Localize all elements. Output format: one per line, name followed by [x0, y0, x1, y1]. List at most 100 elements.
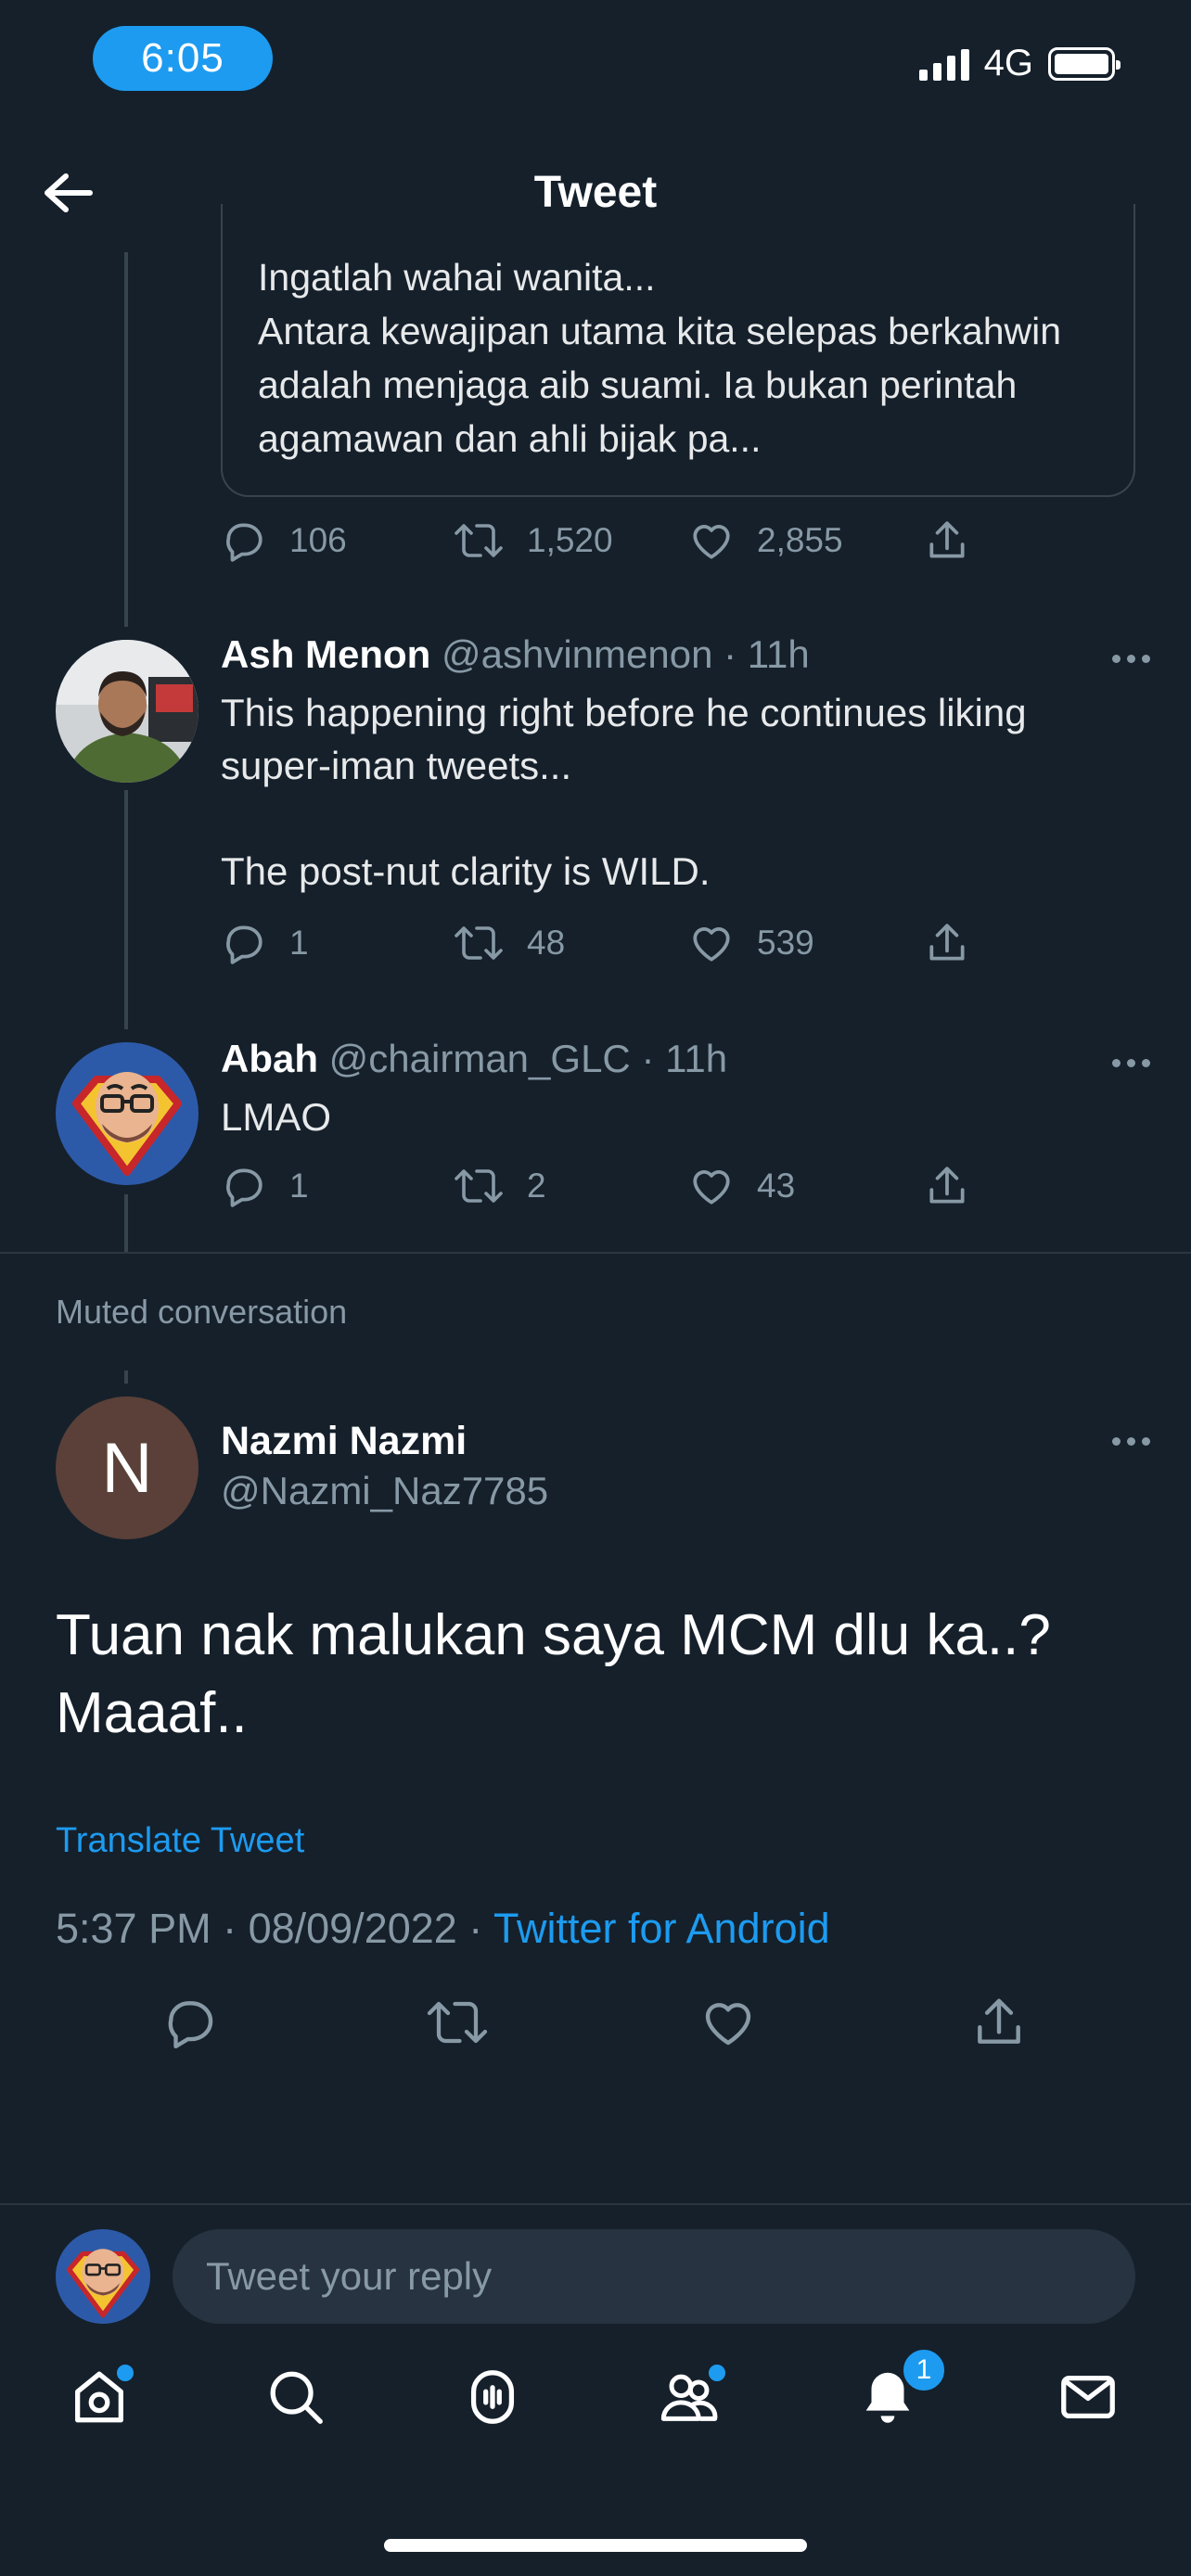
battery-icon — [1048, 46, 1121, 81]
home-indicator — [384, 2539, 807, 2552]
retweet-button[interactable] — [425, 1994, 490, 2056]
like-button[interactable] — [699, 1994, 757, 2056]
retweet-count: 1,520 — [527, 521, 613, 559]
retweet-icon — [427, 2001, 488, 2044]
tweet-actions: 1 48 539 — [221, 920, 1056, 976]
avatar-letter: N — [101, 1428, 153, 1508]
reply-count: 1 — [289, 1167, 309, 1205]
share-icon — [929, 521, 965, 558]
share-button[interactable] — [924, 1163, 970, 1209]
display-name[interactable]: Nazmi Nazmi — [221, 1419, 467, 1464]
reply-button[interactable]: 1 — [221, 920, 309, 966]
search-icon — [270, 2371, 323, 2424]
retweet-button[interactable]: 1,520 — [453, 517, 613, 564]
reply-count: 106 — [289, 521, 347, 559]
retweet-icon — [455, 1169, 503, 1203]
tab-messages[interactable] — [1046, 2355, 1130, 2439]
timestamp-text: 5:37 PM · 08/09/2022 · — [56, 1905, 493, 1952]
share-icon — [929, 924, 965, 961]
messages-icon — [1061, 2375, 1115, 2419]
reply-button[interactable]: 106 — [221, 517, 347, 564]
network-type: 4G — [983, 43, 1033, 83]
retweet-count: 2 — [527, 1167, 546, 1205]
share-icon — [929, 1167, 965, 1204]
retweet-button[interactable]: 2 — [453, 1163, 546, 1209]
like-count: 2,855 — [757, 521, 843, 559]
tweet-header: Abah @chairman_GLC · 11h — [221, 1037, 727, 1081]
share-button[interactable] — [970, 1994, 1028, 2056]
tab-notifications[interactable]: 1 — [846, 2346, 948, 2439]
thread-line — [124, 1371, 128, 1384]
my-avatar[interactable] — [56, 2229, 150, 2324]
main-tweet-text: Tuan nak malukan saya MCM dlu ka..? Maaa… — [56, 1603, 1051, 1745]
reply-icon — [226, 523, 263, 562]
avatar-photo — [56, 640, 198, 783]
more-icon[interactable] — [1112, 1437, 1150, 1446]
avatar[interactable]: N — [56, 1396, 198, 1539]
avatar[interactable] — [56, 1042, 198, 1185]
like-icon — [693, 1170, 730, 1205]
muted-conversation-label: Muted conversation — [56, 1293, 348, 1331]
thread-line — [124, 1194, 128, 1252]
quoted-tweet-text: Ingatlah wahai wanita... Antara kewajipa… — [258, 256, 1062, 460]
tweet-timestamp: 5:37 PM · 08/09/2022 · Twitter for Andro… — [56, 1905, 830, 1953]
retweet-icon — [455, 926, 503, 960]
user-handle[interactable]: @ashvinmenon — [442, 632, 712, 676]
reply-icon — [226, 1168, 263, 1207]
spaces-icon — [470, 2370, 515, 2424]
like-icon — [705, 2003, 751, 2046]
avatar-illustration — [56, 1042, 198, 1185]
tweet-actions: 106 1,520 2,855 — [221, 517, 1056, 573]
tab-home[interactable] — [58, 2355, 141, 2439]
reply-input[interactable] — [173, 2229, 1135, 2324]
tweet-header: Ash Menon @ashvinmenon · 11h — [221, 632, 810, 677]
communities-badge — [709, 2365, 725, 2381]
like-icon — [693, 927, 730, 962]
tab-spaces[interactable] — [451, 2355, 534, 2439]
signal-icon — [918, 47, 969, 81]
status-time: 6:05 — [93, 26, 273, 91]
tab-communities[interactable] — [647, 2355, 731, 2439]
tweet-source-link[interactable]: Twitter for Android — [493, 1905, 830, 1952]
thread-line — [124, 790, 128, 1029]
reply-button[interactable]: 1 — [221, 1163, 309, 1209]
tab-search[interactable] — [254, 2355, 338, 2439]
share-icon — [978, 1998, 1020, 2044]
home-badge — [117, 2365, 134, 2381]
thread-line — [124, 252, 128, 627]
like-button[interactable]: 539 — [688, 920, 814, 966]
user-handle[interactable]: @Nazmi_Naz7785 — [221, 1469, 548, 1513]
status-indicators: 4G — [918, 43, 1121, 84]
main-tweet-actions — [0, 1994, 1191, 2059]
more-icon[interactable] — [1112, 655, 1150, 663]
reply-button[interactable] — [161, 1994, 219, 2056]
retweet-button[interactable]: 48 — [453, 920, 565, 966]
like-button[interactable]: 2,855 — [688, 517, 843, 564]
share-button[interactable] — [924, 920, 970, 966]
translate-tweet-link[interactable]: Translate Tweet — [56, 1821, 304, 1861]
tweet-actions: 1 2 43 — [221, 1163, 1056, 1218]
reply-count: 1 — [289, 924, 309, 962]
like-icon — [693, 525, 730, 559]
quoted-tweet[interactable]: Ingatlah wahai wanita... Antara kewajipa… — [221, 204, 1135, 497]
display-name[interactable]: Ash Menon — [221, 632, 430, 676]
retweet-count: 48 — [527, 924, 566, 962]
divider — [0, 1252, 1191, 1254]
bottom-tab-bar: 1 — [0, 2346, 1191, 2467]
avatar[interactable] — [56, 640, 198, 783]
notifications-badge: 1 — [900, 2346, 948, 2394]
like-button[interactable]: 43 — [688, 1163, 795, 1209]
user-handle[interactable]: @chairman_GLC — [329, 1037, 631, 1080]
tweet-time: · 11h — [724, 632, 810, 676]
divider — [0, 2203, 1191, 2205]
reply-icon — [168, 2001, 213, 2049]
tweet-time: · 11h — [641, 1037, 728, 1080]
tweet-text: This happening right before he continues… — [221, 691, 1027, 893]
retweet-icon — [455, 524, 503, 557]
display-name[interactable]: Abah — [221, 1037, 318, 1080]
more-icon[interactable] — [1112, 1059, 1150, 1067]
like-count: 43 — [757, 1167, 796, 1205]
share-button[interactable] — [924, 517, 970, 564]
like-count: 539 — [757, 924, 814, 962]
tweet-text: LMAO — [221, 1095, 332, 1139]
